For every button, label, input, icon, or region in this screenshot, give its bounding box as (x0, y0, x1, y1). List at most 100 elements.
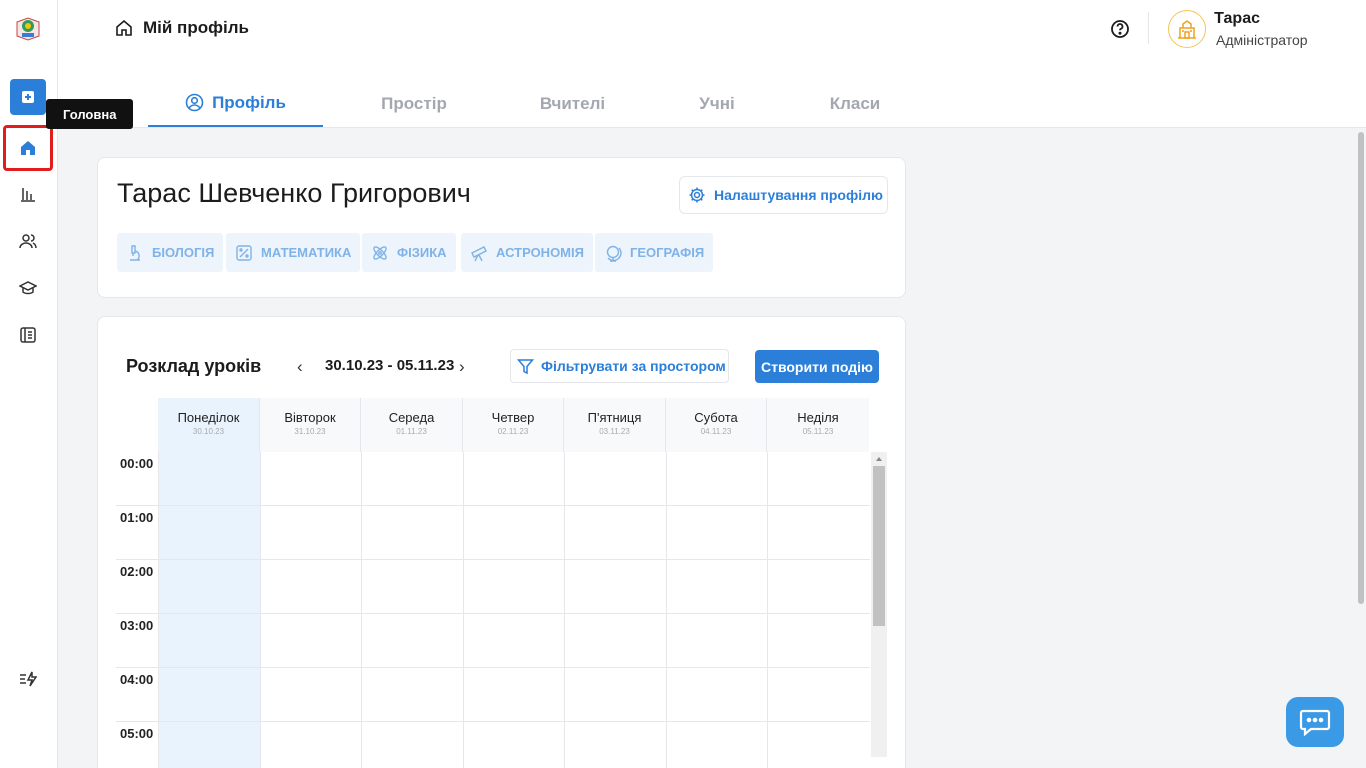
time-label: 04:00 (120, 672, 154, 687)
percent-square-icon (236, 244, 252, 261)
sidebar-item-journal[interactable] (10, 317, 46, 353)
profile-settings-button[interactable]: Налаштування профілю (679, 176, 888, 214)
schedule-scrollbar[interactable] (871, 452, 887, 757)
school-building-icon (1178, 20, 1196, 39)
chat-bubble-icon (1299, 709, 1331, 737)
tabs: Профіль Простір Вчителі Учні Класи (148, 80, 916, 127)
time-label: 00:00 (120, 456, 154, 471)
tab-teachers[interactable]: Вчителі (505, 80, 640, 127)
day-name: Середа (388, 410, 435, 425)
grid-line (116, 667, 870, 668)
create-event-button[interactable]: Створити подію (755, 350, 879, 383)
time-label: 03:00 (120, 618, 154, 633)
breadcrumb: Мій профіль (115, 18, 249, 38)
sidebar-item-home[interactable] (3, 125, 53, 171)
day-name: Четвер (491, 410, 535, 425)
grid-line (116, 721, 870, 722)
header-divider (1148, 12, 1149, 44)
gear-icon (689, 187, 705, 203)
sidebar-item-quick-actions[interactable] (10, 661, 46, 697)
user-name[interactable]: Тарас (1214, 10, 1260, 28)
page-scrollbar[interactable] (1358, 132, 1364, 604)
day-header-saturday: Субота 04.11.23 (666, 398, 767, 452)
tab-label: Профіль (212, 92, 286, 112)
subject-chip-astronomy[interactable]: АСТРОНОМІЯ (461, 233, 593, 272)
subject-label: ФІЗИКА (397, 245, 447, 260)
filter-icon (517, 358, 534, 374)
tab-students[interactable]: Учні (640, 80, 794, 127)
filter-by-space-button[interactable]: Фільтрувати за простором (510, 349, 729, 383)
user-circle-icon (185, 93, 204, 112)
day-date: 04.11.23 (700, 427, 732, 436)
day-name: П'ятниця (587, 410, 642, 425)
prev-week-button[interactable]: ‹ (297, 357, 303, 377)
lightning-icon (20, 671, 37, 687)
microscope-icon (130, 244, 140, 261)
tab-space[interactable]: Простір (323, 80, 505, 127)
sidebar: Головна (0, 0, 134, 768)
day-header-tuesday: Вівторок 31.10.23 (260, 398, 361, 452)
bar-chart-icon (21, 188, 35, 202)
user-role: Адміністратор (1216, 32, 1308, 48)
journal-icon (20, 327, 36, 343)
avatar[interactable] (1168, 10, 1206, 48)
day-date: 31.10.23 (294, 427, 326, 436)
users-icon (19, 234, 37, 249)
time-label: 01:00 (120, 510, 154, 525)
day-header-monday: Понеділок 30.10.23 (158, 398, 260, 452)
tab-label: Простір (381, 93, 447, 113)
subject-chip-math[interactable]: МАТЕМАТИКА (226, 233, 361, 272)
graduation-cap-icon (19, 281, 37, 295)
telescope-icon (471, 245, 487, 261)
day-header-wednesday: Середа 01.11.23 (361, 398, 463, 452)
subject-chip-geography[interactable]: ГЕОГРАФІЯ (595, 233, 714, 272)
home-tooltip: Головна (46, 99, 134, 129)
subject-chip-physics[interactable]: ФІЗИКА (362, 233, 456, 272)
page-title: Мій профіль (143, 18, 249, 37)
tab-profile[interactable]: Профіль (148, 80, 323, 127)
tab-label: Учні (699, 93, 735, 113)
sidebar-item-users[interactable] (10, 223, 46, 259)
date-range: 30.10.23 - 05.11.23 (325, 357, 455, 374)
chat-button[interactable] (1286, 697, 1344, 747)
sidebar-item-graduates[interactable] (10, 270, 46, 306)
scroll-up-icon[interactable] (871, 453, 887, 465)
time-label: 02:00 (120, 564, 154, 579)
day-name: Вівторок (284, 410, 336, 425)
schedule-scroll-thumb[interactable] (873, 466, 885, 626)
tab-label: Класи (829, 93, 881, 113)
schedule-card: Розклад уроків ‹ 30.10.23 - 05.11.23 › Ф… (97, 316, 906, 768)
plus-square-icon (22, 91, 34, 103)
time-label: 05:00 (120, 726, 154, 741)
day-date: 01.11.23 (396, 427, 427, 436)
profile-settings-label: Налаштування профілю (714, 187, 883, 203)
school-logo-icon[interactable] (14, 14, 42, 42)
grid-line (116, 559, 870, 560)
schedule-title: Розклад уроків (126, 356, 262, 376)
day-name: Понеділок (177, 410, 240, 425)
day-date: 05.11.23 (802, 427, 834, 436)
day-date: 03.11.23 (599, 427, 630, 436)
sidebar-item-analytics[interactable] (10, 176, 46, 212)
grid-line (116, 505, 870, 506)
add-button[interactable] (10, 79, 46, 115)
day-name: Субота (694, 410, 738, 425)
header: Мій профіль Тарас Адміністратор Профіль … (58, 0, 1366, 128)
home-icon (21, 141, 35, 155)
day-date: 30.10.23 (192, 427, 225, 436)
help-icon[interactable] (1110, 19, 1130, 39)
subject-label: АСТРОНОМІЯ (496, 245, 584, 260)
filter-label: Фільтрувати за простором (541, 358, 726, 374)
subject-chip-biology[interactable]: БІОЛОГІЯ (117, 233, 224, 272)
atom-icon (373, 245, 387, 260)
home-outline-icon[interactable] (115, 19, 133, 37)
profile-card: Тарас Шевченко Григорович Налаштування п… (97, 157, 906, 298)
day-date: 02.11.23 (497, 427, 529, 436)
subject-label: БІОЛОГІЯ (152, 245, 215, 260)
tab-label: Вчителі (539, 93, 606, 113)
profile-name: Тарас Шевченко Григорович (117, 178, 471, 208)
day-header-thursday: Четвер 02.11.23 (463, 398, 564, 452)
subject-label: ГЕОГРАФІЯ (630, 245, 705, 260)
tab-classes[interactable]: Класи (794, 80, 916, 127)
next-week-button[interactable]: › (459, 357, 465, 377)
